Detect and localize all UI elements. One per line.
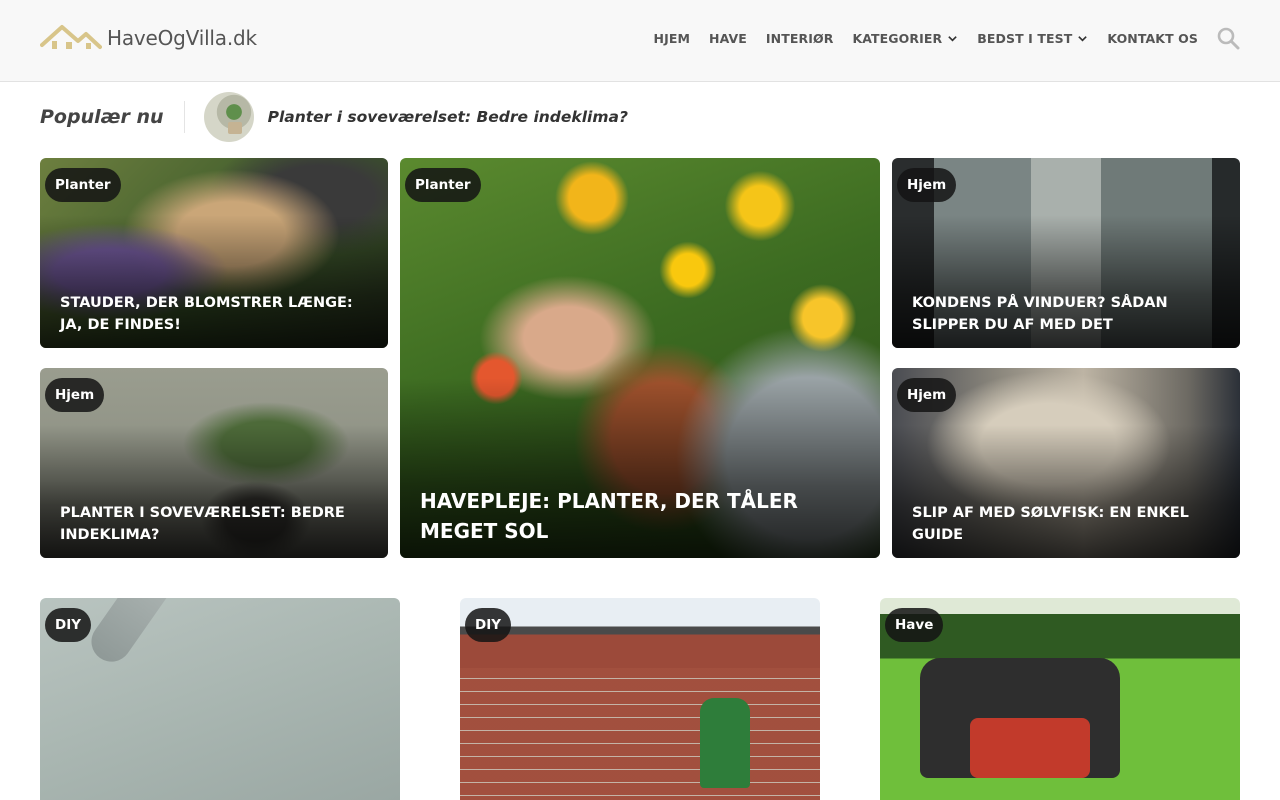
card-title[interactable]: Kondens på vinduer? Sådan slipper du af …: [912, 292, 1220, 336]
category-badge[interactable]: Planter: [45, 168, 121, 202]
featured-card[interactable]: Planter Stauder, der blomstrer længe: ja…: [40, 158, 388, 348]
nav-label: KONTAKT OS: [1107, 30, 1198, 46]
nav-item-kontakt-os[interactable]: KONTAKT OS: [1107, 31, 1198, 46]
category-badge[interactable]: Hjem: [45, 378, 105, 412]
chevron-down-icon: [948, 35, 957, 42]
featured-card[interactable]: Hjem Kondens på vinduer? Sådan slipper d…: [892, 158, 1240, 348]
article-card[interactable]: DIY: [460, 598, 820, 800]
article-card[interactable]: Have: [880, 598, 1240, 800]
nav-item-have[interactable]: HAVE: [709, 31, 747, 46]
category-badge[interactable]: Hjem: [897, 168, 957, 202]
card-title[interactable]: Slip af med sølvfisk: En enkel guide: [912, 502, 1220, 546]
featured-card[interactable]: Hjem Slip af med sølvfisk: En enkel guid…: [892, 368, 1240, 558]
nav-label: INTERIØR: [765, 30, 834, 46]
nav-item-interior[interactable]: INTERIØR: [766, 31, 834, 46]
popular-article-link[interactable]: Planter i soveværelset: Bedre indeklima?: [268, 108, 628, 126]
card-title[interactable]: Havepleje: Planter, der tåler meget sol: [420, 486, 860, 546]
nav-item-kategorier[interactable]: KATEGORIER: [852, 31, 958, 46]
popular-thumbnail[interactable]: [203, 92, 254, 142]
card-image: [460, 598, 820, 800]
category-badge[interactable]: Hjem: [897, 378, 957, 412]
card-title[interactable]: Stauder, der blomstrer længe: ja, de fin…: [60, 292, 368, 336]
nav-item-bedst-i-test[interactable]: BEDST I TEST: [977, 31, 1088, 46]
nav-label: KATEGORIER: [852, 30, 943, 46]
featured-card-large[interactable]: Planter Havepleje: Planter, der tåler me…: [400, 158, 880, 558]
featured-card[interactable]: Hjem Planter i soveværelset: Bedre indek…: [40, 368, 388, 558]
popular-label: Populær nu: [40, 101, 185, 133]
category-badge[interactable]: Planter: [405, 168, 481, 202]
nav-label: HAVE: [709, 30, 747, 46]
category-badge[interactable]: DIY: [45, 608, 92, 642]
popular-now-bar: Populær nu Planter i soveværelset: Bedre…: [40, 92, 1240, 142]
site-header: HaveOgVilla.dk HJEM HAVE INTERIØR KATEGO…: [0, 0, 1280, 82]
nav-label: BEDST I TEST: [977, 30, 1073, 46]
article-card[interactable]: DIY: [40, 598, 400, 800]
category-badge[interactable]: Have: [885, 608, 944, 642]
nav-label: HJEM: [653, 30, 691, 46]
card-image: [40, 598, 400, 800]
card-title[interactable]: Planter i soveværelset: Bedre indeklima?: [60, 502, 368, 546]
site-logo[interactable]: HaveOgVilla.dk: [40, 20, 257, 56]
main-nav: HJEM HAVE INTERIØR KATEGORIER BEDST I TE…: [635, 22, 1240, 54]
chevron-down-icon: [1078, 35, 1088, 42]
logo-text: HaveOgVilla.dk: [107, 26, 257, 50]
search-icon[interactable]: [1216, 26, 1240, 50]
category-badge[interactable]: DIY: [465, 608, 512, 642]
house-logo-icon: [40, 25, 102, 49]
nav-item-hjem[interactable]: HJEM: [654, 31, 691, 46]
